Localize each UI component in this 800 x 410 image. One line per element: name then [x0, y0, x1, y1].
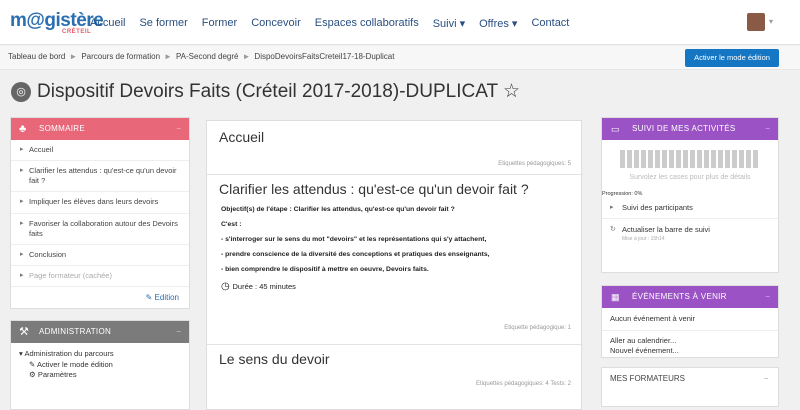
pencil-icon: ✎ — [145, 293, 155, 302]
collapse-icon[interactable]: – — [764, 368, 768, 390]
nav-offres[interactable]: Offres ▾ — [479, 17, 517, 30]
suivi-block: ▭ SUIVI DE MES ACTIVITÉS – Survolez les ca… — [601, 117, 779, 273]
collapse-icon[interactable]: – — [766, 118, 770, 140]
chevron-down-icon[interactable]: ▾ — [769, 17, 773, 26]
pencil-icon: ✎ — [29, 359, 37, 369]
nav-suivi[interactable]: Suivi ▾ — [433, 17, 465, 30]
section-title[interactable]: Accueil — [219, 129, 571, 145]
breadcrumb-separator: ► — [69, 52, 78, 61]
section-summary: Objectif(s) de l'étape : Clarifier les a… — [219, 202, 571, 292]
duration: ◷ Durée : 45 minutes — [221, 281, 296, 292]
breadcrumb-separator: ► — [164, 52, 172, 61]
nav-espaces-collaboratifs[interactable]: Espaces collaboratifs — [315, 17, 419, 30]
section-title[interactable]: Le sens du devoir — [219, 351, 571, 367]
wrench-icon: ⚒ — [19, 326, 30, 338]
section-sens-devoir: Le sens du devoir Etiquettes pédagogique… — [219, 351, 571, 401]
section-tag: Etiquettes pédagogiques: 4 Tests: 2 — [476, 381, 571, 387]
page-title: Dispositif Devoirs Faits (Créteil 2017-2… — [37, 81, 521, 102]
main-nav: Accueil Se former Former Concevoir Espac… — [90, 17, 583, 30]
sommaire-item[interactable]: Clarifier les attendus : qu'est-ce qu'un… — [11, 161, 189, 193]
summary-line: Objectif(s) de l'étape : Clarifier les a… — [221, 206, 455, 213]
sitemap-icon: ♣ — [19, 123, 27, 135]
administration-header[interactable]: ⚒ ADMINISTRATION – — [11, 321, 189, 343]
admin-group[interactable]: ▾ Administration du parcours — [19, 349, 181, 360]
divider — [207, 344, 583, 345]
top-navbar: m@gistère CRÉTEIL Accueil Se former Forme… — [0, 0, 800, 45]
section-title[interactable]: Clarifier les attendus : qu'est-ce qu'un… — [219, 181, 571, 197]
nav-accueil[interactable]: Accueil — [90, 17, 125, 30]
breadcrumb: Tableau de bord ► Parcours de formation ► PA… — [8, 52, 394, 61]
refresh-progress-link[interactable]: ↻ Actualiser la barre de suivi Mise à jour… — [602, 219, 778, 248]
update-time: Mise à jour : 15h14 — [622, 236, 665, 242]
breadcrumb-item[interactable]: DispoDevoirsFaitsCreteil17-18-Duplicat — [254, 52, 394, 61]
summary-line: C'est : — [221, 221, 242, 228]
collapse-icon[interactable]: – — [766, 286, 770, 308]
progress-bar[interactable] — [620, 150, 778, 168]
sommaire-item[interactable]: Conclusion — [11, 245, 189, 266]
sommaire-item[interactable]: Impliquer les élèves dans leurs devoirs — [11, 192, 189, 214]
page-header: ◎ Dispositif Devoirs Faits (Créteil 2017… — [11, 80, 701, 110]
suivi-participants-link[interactable]: ▸ Suivi des participants — [602, 197, 778, 219]
gear-icon: ⚙ — [29, 370, 38, 379]
breadcrumb-item[interactable]: Parcours de formation — [81, 52, 160, 61]
admin-edit-mode-link[interactable]: ✎ Activer le mode édition — [19, 360, 181, 371]
section-tag: Etiquette pédagogique: 1 — [504, 325, 571, 331]
summary-line: - prendre conscience de la diversité des… — [221, 251, 490, 258]
events-header[interactable]: ▦ ÉVÉNEMENTS À VENIR – — [602, 286, 778, 308]
summary-line: - s'interroger sur le sens du mot "devoi… — [221, 236, 487, 243]
breadcrumb-item[interactable]: Tableau de bord — [8, 52, 65, 61]
edition-link[interactable]: ✎ Edition — [11, 287, 189, 308]
divider — [207, 174, 583, 175]
section-clarifier: Clarifier les attendus : qu'est-ce qu'un… — [219, 181, 571, 341]
course-content: Accueil Etiquettes pédagogiques: 5 Clari… — [206, 120, 583, 410]
chevron-right-icon: ▸ — [610, 204, 614, 211]
sommaire-item[interactable]: Favoriser la collaboration autour des De… — [11, 214, 189, 245]
sommaire-header[interactable]: ♣ SOMMAIRE – — [11, 118, 189, 140]
sommaire-item[interactable]: Accueil — [11, 140, 189, 162]
administration-block: ⚒ ADMINISTRATION – ▾ Administration du par… — [10, 320, 190, 410]
events-block: ▦ ÉVÉNEMENTS À VENIR – Aucun événement à v… — [601, 285, 779, 358]
nav-contact[interactable]: Contact — [531, 17, 569, 30]
breadcrumb-item[interactable]: PA-Second degré — [176, 52, 239, 61]
summary-line: - bien comprendre le dispositif à mettre… — [221, 266, 429, 273]
breadcrumb-bar: Tableau de bord ► Parcours de formation ► PA… — [0, 46, 800, 70]
calendar-icon: ▦ — [611, 292, 620, 302]
nav-former[interactable]: Former — [202, 17, 237, 30]
breadcrumb-separator: ► — [242, 52, 251, 61]
refresh-icon: ↻ — [610, 226, 616, 233]
progress-hint: Survolez les cases pour plus de détails — [629, 174, 751, 181]
new-event-link[interactable]: Nouvel événement... — [602, 346, 778, 356]
collapse-icon[interactable]: – — [177, 321, 181, 343]
calendar-link[interactable]: Aller au calendrier... — [602, 336, 778, 346]
nav-concevoir[interactable]: Concevoir — [251, 17, 301, 30]
no-events-text: Aucun événement à venir — [602, 314, 778, 332]
sommaire-block: ♣SOMMAIRE– Accueil Clarifier les attendu… — [10, 117, 190, 309]
sommaire-item-hidden[interactable]: Page formateur (cachée) — [11, 266, 189, 287]
formateurs-header[interactable]: MES FORMATEURS – — [602, 368, 778, 390]
edit-mode-button[interactable]: Activer le mode édition — [685, 49, 779, 67]
nav-se-former[interactable]: Se former — [139, 17, 187, 30]
avatar[interactable] — [747, 13, 765, 31]
suivi-header[interactable]: ▭ SUIVI DE MES ACTIVITÉS – — [602, 118, 778, 140]
collapse-icon[interactable]: – — [177, 118, 181, 140]
admin-settings-link[interactable]: ⚙ Paramètres — [19, 370, 181, 381]
section-accueil: Accueil Etiquettes pédagogiques: 5 — [219, 129, 571, 169]
progress-icon: ▭ — [611, 124, 620, 134]
clock-icon: ◷ — [221, 281, 233, 292]
formateurs-block: MES FORMATEURS – — [601, 367, 779, 407]
section-tag: Etiquettes pédagogiques: 5 — [498, 161, 571, 167]
course-icon: ◎ — [11, 82, 31, 102]
